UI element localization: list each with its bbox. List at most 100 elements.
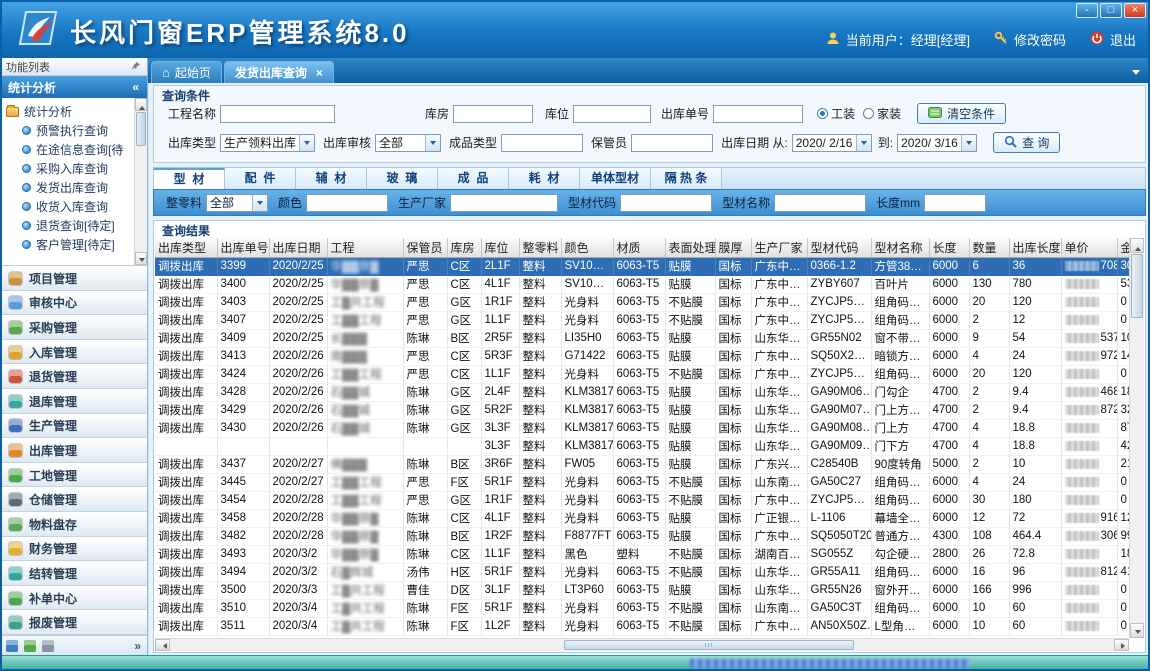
table-row[interactable]: 调拨出库34372020/2/27佛▓▓▓陈琳B区3R6F整料FW056063-… [155,455,1129,473]
column-header[interactable]: 库房 [447,238,481,257]
sidebar-menu-item[interactable]: 生产管理 [0,414,147,439]
tab-shipment-outbound-query[interactable]: 发货出库查询 × [224,61,334,83]
table-row[interactable]: 调拨出库34072020/2/25工▓▓工程严思G区1L1F整料光身料6063-… [155,311,1129,329]
sidebar-menu-item[interactable]: 入库管理 [0,340,147,365]
column-header[interactable]: 型材名称 [871,238,929,257]
tree-scrollbar[interactable] [134,98,147,265]
date-to-picker[interactable]: 2020/ 3/16 [897,134,977,152]
scroll-thumb[interactable] [136,112,146,146]
table-row[interactable]: 调拨出库34292020/2/26石▓▓城陈琳G区5R2F整料KLM381760… [155,401,1129,419]
location-input[interactable] [573,105,651,123]
column-header[interactable]: 型材代码 [807,238,871,257]
scroll-left-icon[interactable] [155,639,170,651]
color-input[interactable] [306,194,388,212]
sidebar-menu-item[interactable]: 审核中心 [0,291,147,316]
pin-icon[interactable] [131,60,141,73]
clear-conditions-button[interactable]: 清空条件 [917,103,1006,124]
sidebar-menu-item[interactable]: 结转管理 [0,561,147,586]
column-header[interactable]: 库位 [481,238,519,257]
table-row[interactable]: 调拨出库34242020/2/26工▓▓工程严思C区1L1F整料光身料6063-… [155,365,1129,383]
table-row[interactable]: 3L3F整料KLM38176063-T5贴膜国标山东华…GA90M09…门下方4… [155,437,1129,455]
logout-link[interactable]: 退出 [1110,30,1136,49]
sidebar-menu-item[interactable]: 采购管理 [0,315,147,340]
table-row[interactable]: 调拨出库35002020/3/3工▓共工程曹佳D区3L1F整料LT3P60606… [155,581,1129,599]
material-tab[interactable]: 辅 材 [296,168,367,189]
table-row[interactable]: 调拨出库33992020/2/25华▓▓原▓严思C区2L1F整料SV10…606… [155,257,1129,275]
search-button[interactable]: 查 询 [993,132,1060,153]
outbound-type-select[interactable]: 生产领料出库 [220,134,315,152]
keeper-input[interactable] [631,134,713,152]
column-header[interactable]: 膜厚 [715,238,751,257]
scroll-thumb[interactable] [1131,254,1143,318]
material-tab[interactable]: 配 件 [225,168,296,189]
column-header[interactable]: 保管员 [403,238,447,257]
sidebar-menu-item[interactable]: 工地管理 [0,463,147,488]
column-header[interactable]: 整零料 [519,238,561,257]
close-button[interactable]: × [1124,3,1146,18]
column-header[interactable]: 出库长度 [1009,238,1061,257]
scroll-up-icon[interactable] [135,98,147,111]
table-row[interactable]: 调拨出库34282020/2/26石▓▓城陈琳G区2L4F整料KLM381760… [155,383,1129,401]
tab-close-icon[interactable]: × [316,62,323,84]
table-row[interactable]: 调拨出库34452020/2/27工▓▓工程严思F区5R1F整料光身料6063-… [155,473,1129,491]
sidebar-menu-item[interactable]: 退货管理 [0,364,147,389]
table-row[interactable]: 调拨出库34032020/2/25工▓共工程严思G区1R1F整料光身料6063-… [155,293,1129,311]
scroll-right-icon[interactable] [1114,639,1129,651]
table-row[interactable]: 调拨出库34822020/2/28华▓▓原▓陈琳B区1R2F整料F8877FT6… [155,527,1129,545]
horizontal-scrollbar[interactable] [155,638,1129,651]
vertical-scrollbar[interactable] [1129,238,1144,638]
tab-home[interactable]: ⌂ 起始页 [151,61,222,83]
table-row[interactable]: 调拨出库34132020/2/26南▓▓▓严思C区5R3F整料G71422606… [155,347,1129,365]
scroll-up-icon[interactable] [1130,238,1144,253]
profile-code-input[interactable] [620,194,712,212]
column-header[interactable]: 颜色 [561,238,613,257]
material-tab[interactable]: 型 材 [154,168,225,189]
outbound-audit-select[interactable]: 全部 [375,134,441,152]
minimize-button[interactable]: - [1076,3,1098,18]
sidebar-menu-item[interactable]: 退库管理 [0,389,147,414]
tree-item[interactable]: 预警执行查询 [6,121,147,140]
tab-overflow-icon[interactable] [1132,70,1140,79]
radio-jiazhuang[interactable]: 家装 [863,105,901,122]
maximize-button[interactable]: □ [1100,3,1122,18]
length-input[interactable] [924,194,986,212]
table-row[interactable]: 调拨出库34092020/2/25长▓▓▓陈琳B区2R5F整料LI35H0606… [155,329,1129,347]
column-header[interactable]: 表面处理 [665,238,715,257]
material-tab[interactable]: 单体型材 [580,168,651,189]
sidebar-menu-item[interactable]: 报废管理 [0,610,147,635]
material-tab[interactable]: 隔 热 条 [651,168,722,189]
manufacturer-input[interactable] [450,194,558,212]
column-header[interactable]: 金 [1117,238,1129,257]
order-no-input[interactable] [713,105,803,123]
tree-item[interactable]: 退货查询[待定] [6,216,147,235]
monitor-icon[interactable] [42,640,54,652]
column-header[interactable]: 工程 [327,238,403,257]
sidebar-menu-item[interactable]: 物料盘存 [0,512,147,537]
tree-item[interactable]: 客户管理[待定] [6,235,147,254]
tree-item[interactable]: 收货入库查询 [6,197,147,216]
tree-item[interactable]: 在途信息查询[待 [6,140,147,159]
table-row[interactable]: 调拨出库34942020/3/2石▓辉城汤伟H区5R1F整料光身料6063-T5… [155,563,1129,581]
more-icon[interactable]: » [134,639,141,653]
table-row[interactable]: 调拨出库34002020/2/25华▓▓原▓严思C区4L1F整料SV10…606… [155,275,1129,293]
radio-gongzhuang[interactable]: 工装 [817,105,855,122]
column-header[interactable]: 数量 [969,238,1009,257]
whole-piece-select[interactable]: 全部 [206,194,268,212]
material-tab[interactable]: 玻 璃 [367,168,438,189]
scroll-down-icon[interactable] [135,252,147,265]
product-type-input[interactable] [501,134,583,152]
table-row[interactable]: 调拨出库35112020/3/4工▓共工程陈琳F区1L2F整料光身料6063-T… [155,617,1129,635]
table-row[interactable]: 调拨出库34932020/3/2华▓▓原▓陈琳C区1L1F整料黑色塑料不贴膜国标… [155,545,1129,563]
table-row[interactable]: 调拨出库34582020/2/28华▓▓原▓陈琳C区4L1F整料光身料6063-… [155,509,1129,527]
profile-name-input[interactable] [774,194,866,212]
table-row[interactable]: 调拨出库35102020/3/4工▓共工程陈琳F区5R1F整料光身料6063-T… [155,599,1129,617]
change-password-link[interactable]: 修改密码 [1014,30,1066,49]
scroll-down-icon[interactable] [1130,623,1144,638]
date-from-picker[interactable]: 2020/ 2/16 [792,134,872,152]
sidebar-section-header[interactable]: 统计分析 « [0,76,147,98]
sidebar-menu-item[interactable]: 出库管理 [0,438,147,463]
scroll-thumb[interactable] [564,640,854,650]
sidebar-menu-item[interactable]: 补单中心 [0,586,147,611]
table-row[interactable]: 调拨出库34542020/2/28工▓▓工程严思G区1R1F整料光身料6063-… [155,491,1129,509]
warehouse-input[interactable] [453,105,533,123]
